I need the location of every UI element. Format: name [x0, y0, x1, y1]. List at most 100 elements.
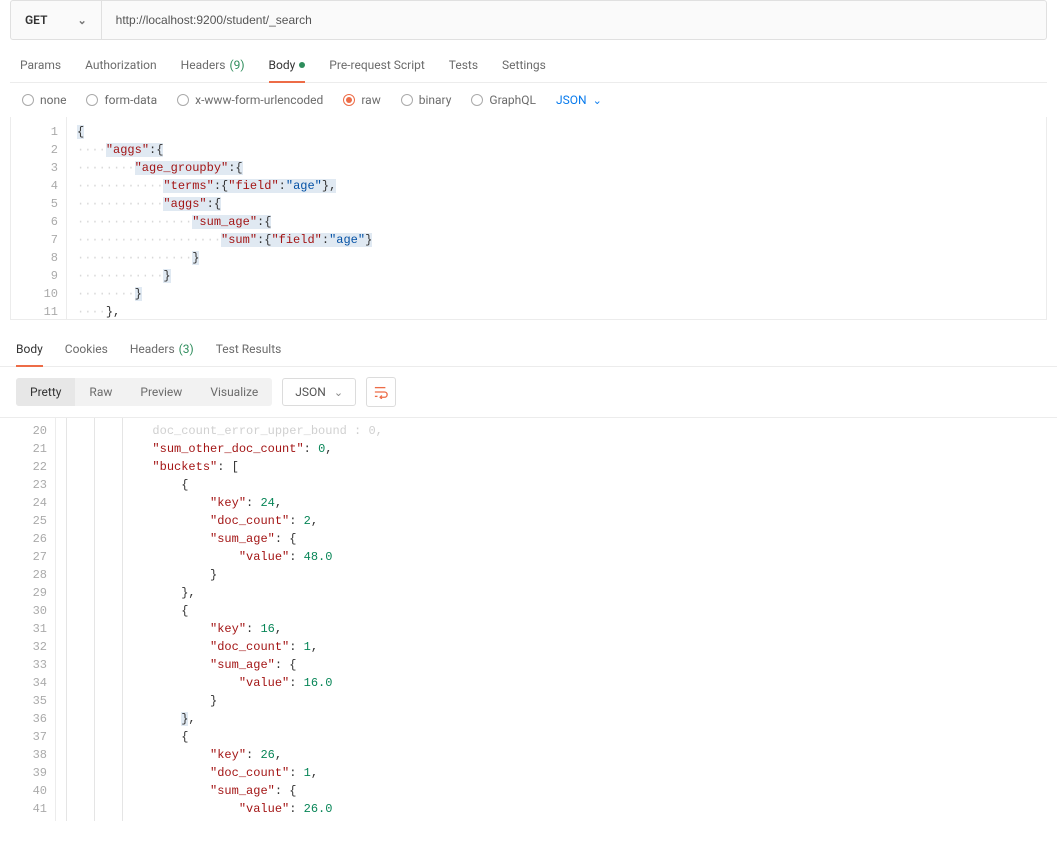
response-gutter: 20 21 22 23 24 25 26 27 28 29 30 31 32 3… [0, 418, 56, 821]
line-number: 30 [0, 602, 47, 620]
line-number: 23 [0, 476, 47, 494]
request-url-bar: GET ⌄ [10, 0, 1047, 40]
line-number: 33 [0, 656, 47, 674]
line-number: 8 [11, 249, 58, 267]
code-line: "sum_age": { [66, 530, 1047, 548]
tab-label: Authorization [85, 58, 157, 72]
tab-tests[interactable]: Tests [449, 52, 478, 82]
body-none[interactable]: none [22, 93, 66, 107]
line-number: 2 [11, 141, 58, 159]
http-method-select[interactable]: GET ⌄ [11, 1, 101, 39]
tab-params[interactable]: Params [20, 52, 61, 82]
code-line: "key": 26, [66, 746, 1047, 764]
response-code-area[interactable]: 20 21 22 23 24 25 26 27 28 29 30 31 32 3… [0, 417, 1057, 821]
code-line: "value": 16.0 [66, 674, 1047, 692]
body-type-row: none form-data x-www-form-urlencoded raw… [0, 83, 1057, 117]
view-preview[interactable]: Preview [126, 378, 196, 406]
request-code-area[interactable]: 1 2 3 4 5 6 7 8 9 10 11 { ····"aggs":{ ·… [11, 117, 1046, 319]
resp-tab-cookies[interactable]: Cookies [65, 336, 108, 366]
line-number: 20 [0, 422, 47, 440]
url-input[interactable] [102, 13, 1046, 27]
line-number: 6 [11, 213, 58, 231]
line-number: 31 [0, 620, 47, 638]
body-format-select[interactable]: JSON ⌄ [556, 93, 602, 107]
radio-label: binary [419, 93, 452, 107]
code-line: "doc_count": 1, [66, 764, 1047, 782]
code-line: }, [66, 710, 1047, 728]
response-format-value: JSON [295, 385, 326, 399]
tab-label: Body [16, 342, 43, 356]
code-line: "sum_other_doc_count": 0, [66, 440, 1047, 458]
resp-tab-body[interactable]: Body [16, 336, 43, 366]
code-line: "doc_count": 1, [66, 638, 1047, 656]
wrap-icon [374, 385, 388, 399]
body-urlencoded[interactable]: x-www-form-urlencoded [177, 93, 323, 107]
body-binary[interactable]: binary [401, 93, 452, 107]
tab-settings[interactable]: Settings [502, 52, 546, 82]
code-line: "sum_age": { [66, 782, 1047, 800]
code-line: ············"aggs":{ [77, 195, 1036, 213]
tab-headers[interactable]: Headers (9) [181, 52, 245, 82]
line-number: 39 [0, 764, 47, 782]
line-number: 5 [11, 195, 58, 213]
resp-tab-testresults[interactable]: Test Results [216, 336, 282, 366]
code-line: "doc_count": 2, [66, 512, 1047, 530]
resp-tab-headers[interactable]: Headers(3) [130, 336, 194, 366]
line-number: 24 [0, 494, 47, 512]
code-line: }, [66, 584, 1047, 602]
body-raw[interactable]: raw [343, 93, 380, 107]
radio-label: GraphQL [489, 93, 536, 107]
line-number: 38 [0, 746, 47, 764]
request-tabs: Params Authorization Headers (9) Body Pr… [0, 40, 1057, 82]
line-number: 37 [0, 728, 47, 746]
line-number: 9 [11, 267, 58, 285]
tab-label: Body [269, 58, 296, 72]
line-number: 26 [0, 530, 47, 548]
tab-label: Test Results [216, 342, 282, 356]
response-tabs: Body Cookies Headers(3) Test Results [0, 326, 1057, 367]
code-line: "buckets": [ [66, 458, 1047, 476]
response-format-select[interactable]: JSON ⌄ [282, 378, 356, 406]
radio-icon [86, 94, 98, 106]
line-wrap-button[interactable] [366, 377, 396, 407]
indent-guide [66, 418, 67, 821]
line-number: 21 [0, 440, 47, 458]
body-format-value: JSON [556, 93, 587, 107]
radio-icon [22, 94, 34, 106]
code-line: ····"aggs":{ [77, 141, 1036, 159]
view-raw[interactable]: Raw [75, 378, 126, 406]
code-line: ····················"sum":{"field":"age"… [77, 231, 1036, 249]
tab-authorization[interactable]: Authorization [85, 52, 157, 82]
chevron-down-icon: ⌄ [593, 94, 602, 107]
code-line: ············"terms":{"field":"age"}, [77, 177, 1036, 195]
code-line: { [66, 728, 1047, 746]
line-number: 34 [0, 674, 47, 692]
code-line: "value": 48.0 [66, 548, 1047, 566]
line-number: 3 [11, 159, 58, 177]
view-visualize[interactable]: Visualize [196, 378, 272, 406]
code-line: { [77, 123, 1036, 141]
code-line: "sum_age": { [66, 656, 1047, 674]
radio-icon [471, 94, 483, 106]
code-line: ········} [77, 285, 1036, 303]
code-line: ················"sum_age":{ [77, 213, 1036, 231]
code-line: { [66, 602, 1047, 620]
line-number: 11 [11, 303, 58, 319]
radio-label: form-data [104, 93, 157, 107]
body-form-data[interactable]: form-data [86, 93, 157, 107]
code-line: ····}, [77, 303, 1036, 319]
code-line: doc_count_error_upper_bound : 0, [66, 422, 1047, 440]
http-method-value: GET [25, 13, 47, 27]
line-number: 42 [0, 818, 47, 821]
code-line: ················} [77, 249, 1036, 267]
code-line: "key": 24, [66, 494, 1047, 512]
line-number: 36 [0, 710, 47, 728]
view-pretty[interactable]: Pretty [16, 378, 75, 406]
code-line: } [66, 818, 1047, 821]
line-number: 4 [11, 177, 58, 195]
body-graphql[interactable]: GraphQL [471, 93, 536, 107]
tab-prerequest[interactable]: Pre-request Script [329, 52, 424, 82]
tab-label: Headers [130, 342, 175, 356]
request-body-editor: 1 2 3 4 5 6 7 8 9 10 11 { ····"aggs":{ ·… [10, 117, 1047, 320]
tab-body[interactable]: Body [269, 52, 306, 82]
